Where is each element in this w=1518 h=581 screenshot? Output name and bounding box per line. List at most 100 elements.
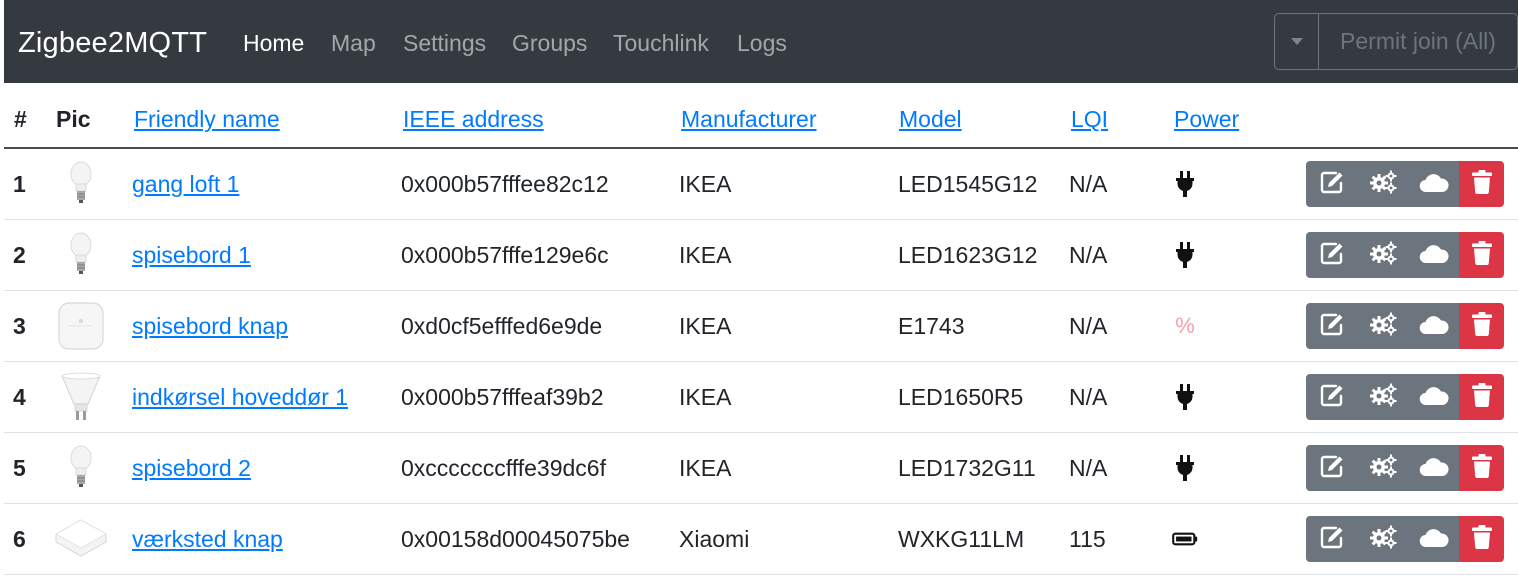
edit-icon <box>1320 454 1344 483</box>
ota-update-button[interactable] <box>1408 445 1459 491</box>
edit-icon <box>1320 241 1344 270</box>
remove-device-button[interactable] <box>1459 303 1504 349</box>
nav-link-home[interactable]: Home <box>243 29 304 57</box>
device-manufacturer: IKEA <box>679 455 732 481</box>
device-friendly-name-link[interactable]: spisebord 1 <box>132 241 251 269</box>
device-friendly-name-link[interactable]: spisebord 2 <box>132 454 251 482</box>
device-image <box>54 299 108 353</box>
ota-update-button[interactable] <box>1408 161 1459 207</box>
row-actions <box>1306 445 1504 491</box>
device-friendly-name-link[interactable]: indkørsel hoveddør 1 <box>132 383 348 411</box>
device-image <box>54 512 108 566</box>
remove-device-button[interactable] <box>1459 374 1504 420</box>
brand[interactable]: Zigbee2MQTT <box>18 26 207 60</box>
devices-table: # Pic Friendly name IEEE address Manufac… <box>4 83 1518 575</box>
rename-device-button[interactable] <box>1306 232 1357 278</box>
plug-icon <box>1172 241 1198 269</box>
device-manufacturer: IKEA <box>679 313 732 339</box>
configure-device-button[interactable] <box>1357 232 1408 278</box>
remove-device-button[interactable] <box>1459 161 1504 207</box>
configure-device-button[interactable] <box>1357 445 1408 491</box>
header-manufacturer[interactable]: Manufacturer <box>681 105 817 133</box>
device-image <box>54 370 108 424</box>
cogs-icon <box>1369 525 1397 554</box>
edit-icon <box>1320 312 1344 341</box>
device-ieee-address: 0xcccccccfffe39dc6f <box>401 455 606 481</box>
table-row: 4 indkørsel hoveddør 1 0x000b57fffeaf39b2 I… <box>4 362 1518 433</box>
ota-update-button[interactable] <box>1408 374 1459 420</box>
ota-update-button[interactable] <box>1408 232 1459 278</box>
configure-device-button[interactable] <box>1357 303 1408 349</box>
configure-device-button[interactable] <box>1357 516 1408 562</box>
cogs-icon <box>1369 383 1397 412</box>
header-power[interactable]: Power <box>1174 105 1239 133</box>
nav-link-settings[interactable]: Settings <box>403 29 486 57</box>
device-friendly-name-link[interactable]: værksted knap <box>132 525 283 553</box>
device-ieee-address: 0x000b57fffee82c12 <box>401 171 609 197</box>
rename-device-button[interactable] <box>1306 374 1357 420</box>
ota-update-button[interactable] <box>1408 516 1459 562</box>
edit-icon <box>1320 525 1344 554</box>
device-manufacturer: IKEA <box>679 384 732 410</box>
row-actions <box>1306 232 1504 278</box>
power-percent: % <box>1175 313 1195 338</box>
bulb-icon <box>54 445 108 499</box>
cloud-icon <box>1419 171 1449 198</box>
header-pic: Pic <box>56 106 91 132</box>
device-ieee-address: 0x000b57fffe129e6c <box>401 242 609 268</box>
rename-device-button[interactable] <box>1306 516 1357 562</box>
header-friendly-name[interactable]: Friendly name <box>134 105 280 133</box>
device-image <box>54 228 108 282</box>
trash-icon <box>1471 382 1492 412</box>
plug-icon <box>1172 454 1198 482</box>
permit-join-button[interactable]: Permit join (All) <box>1319 14 1517 69</box>
nav-link-touchlink[interactable]: Touchlink <box>613 29 709 57</box>
remove-device-button[interactable] <box>1459 445 1504 491</box>
configure-device-button[interactable] <box>1357 374 1408 420</box>
spotlight-icon <box>54 372 108 428</box>
remote-icon <box>54 302 108 357</box>
device-friendly-name-link[interactable]: spisebord knap <box>132 312 288 340</box>
nav-link-map[interactable]: Map <box>331 29 376 57</box>
cogs-icon <box>1369 312 1397 341</box>
table-body: 1 gang loft 1 0x000b57fffee82c12 IKEA LED154… <box>4 149 1518 575</box>
device-friendly-name-link[interactable]: gang loft 1 <box>132 170 239 198</box>
table-header: # Pic Friendly name IEEE address Manufac… <box>4 83 1518 149</box>
plug-icon <box>1172 383 1198 411</box>
device-model: E1743 <box>898 313 965 339</box>
device-image <box>54 157 108 211</box>
table-row: 6 værksted knap 0x00158d00045075be Xiaomi WX… <box>4 504 1518 575</box>
remove-device-button[interactable] <box>1459 232 1504 278</box>
remove-device-button[interactable] <box>1459 516 1504 562</box>
rename-device-button[interactable] <box>1306 161 1357 207</box>
header-lqi[interactable]: LQI <box>1071 105 1108 133</box>
rename-device-button[interactable] <box>1306 303 1357 349</box>
nav-link-logs[interactable]: Logs <box>737 29 787 57</box>
cloud-icon <box>1419 526 1449 553</box>
device-lqi: N/A <box>1069 171 1108 197</box>
device-model: LED1623G12 <box>898 242 1038 268</box>
device-lqi: 115 <box>1069 526 1106 552</box>
header-model[interactable]: Model <box>899 105 962 133</box>
caret-down-icon <box>1290 38 1303 45</box>
trash-icon <box>1471 169 1492 199</box>
row-index: 3 <box>13 313 26 339</box>
rename-device-button[interactable] <box>1306 445 1357 491</box>
device-ieee-address: 0x00158d00045075be <box>401 526 630 552</box>
permit-join-group: Permit join (All) <box>1274 13 1518 70</box>
device-model: LED1545G12 <box>898 171 1038 197</box>
device-ieee-address: 0x000b57fffeaf39b2 <box>401 384 604 410</box>
device-model: LED1732G11 <box>898 455 1036 481</box>
row-actions <box>1306 161 1504 207</box>
ota-update-button[interactable] <box>1408 303 1459 349</box>
plug-icon <box>1172 170 1198 198</box>
header-index: # <box>14 106 27 132</box>
device-manufacturer: IKEA <box>679 171 732 197</box>
permit-join-dropdown-toggle[interactable] <box>1275 14 1319 69</box>
cloud-icon <box>1419 313 1449 340</box>
row-actions <box>1306 374 1504 420</box>
trash-icon <box>1471 524 1492 554</box>
configure-device-button[interactable] <box>1357 161 1408 207</box>
nav-link-groups[interactable]: Groups <box>512 29 587 57</box>
header-ieee-address[interactable]: IEEE address <box>403 105 544 133</box>
